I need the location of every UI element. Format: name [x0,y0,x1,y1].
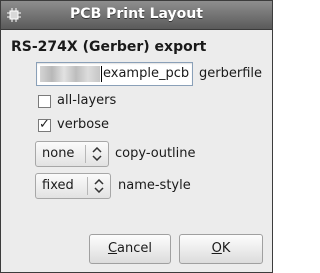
all-layers-label[interactable]: all-layers [57,93,116,108]
name-style-combo[interactable]: fixed [35,173,111,199]
cancel-label: ancel [117,241,153,256]
window-title: PCB Print Layout [70,6,203,22]
copy-outline-combo[interactable]: none [35,141,109,167]
up-down-arrows-icon [92,147,102,161]
ok-mnemonic: O [211,241,222,256]
verbose-label[interactable]: verbose [57,117,109,132]
combo-separator [85,145,86,163]
name-style-selected: fixed [42,178,74,193]
up-down-arrows-icon [94,179,104,193]
section-heading: RS-274X (Gerber) export [11,39,207,55]
gerberfile-label: gerberfile [199,66,262,81]
combo-separator [87,177,88,195]
all-layers-checkbox[interactable] [38,95,51,108]
ok-label: K [221,241,231,256]
cancel-button[interactable]: Cancel [89,234,171,264]
ok-button[interactable]: OK [179,234,263,264]
checkmark-icon: ✓ [39,117,50,132]
verbose-checkbox[interactable]: ✓ [38,117,51,132]
copy-outline-selected: none [42,146,75,161]
title-bar[interactable]: PCB Print Layout [1,1,272,30]
redacted-path [40,66,100,82]
dialog-window: PCB Print Layout RS-274X (Gerber) export… [0,0,273,273]
name-style-label: name-style [118,178,191,193]
gerberfile-input[interactable]: example_pcb [36,62,193,86]
gerberfile-value: example_pcb [103,66,190,81]
copy-outline-label: copy-outline [115,146,196,161]
cancel-mnemonic: C [107,241,118,256]
text-cursor [101,66,102,82]
